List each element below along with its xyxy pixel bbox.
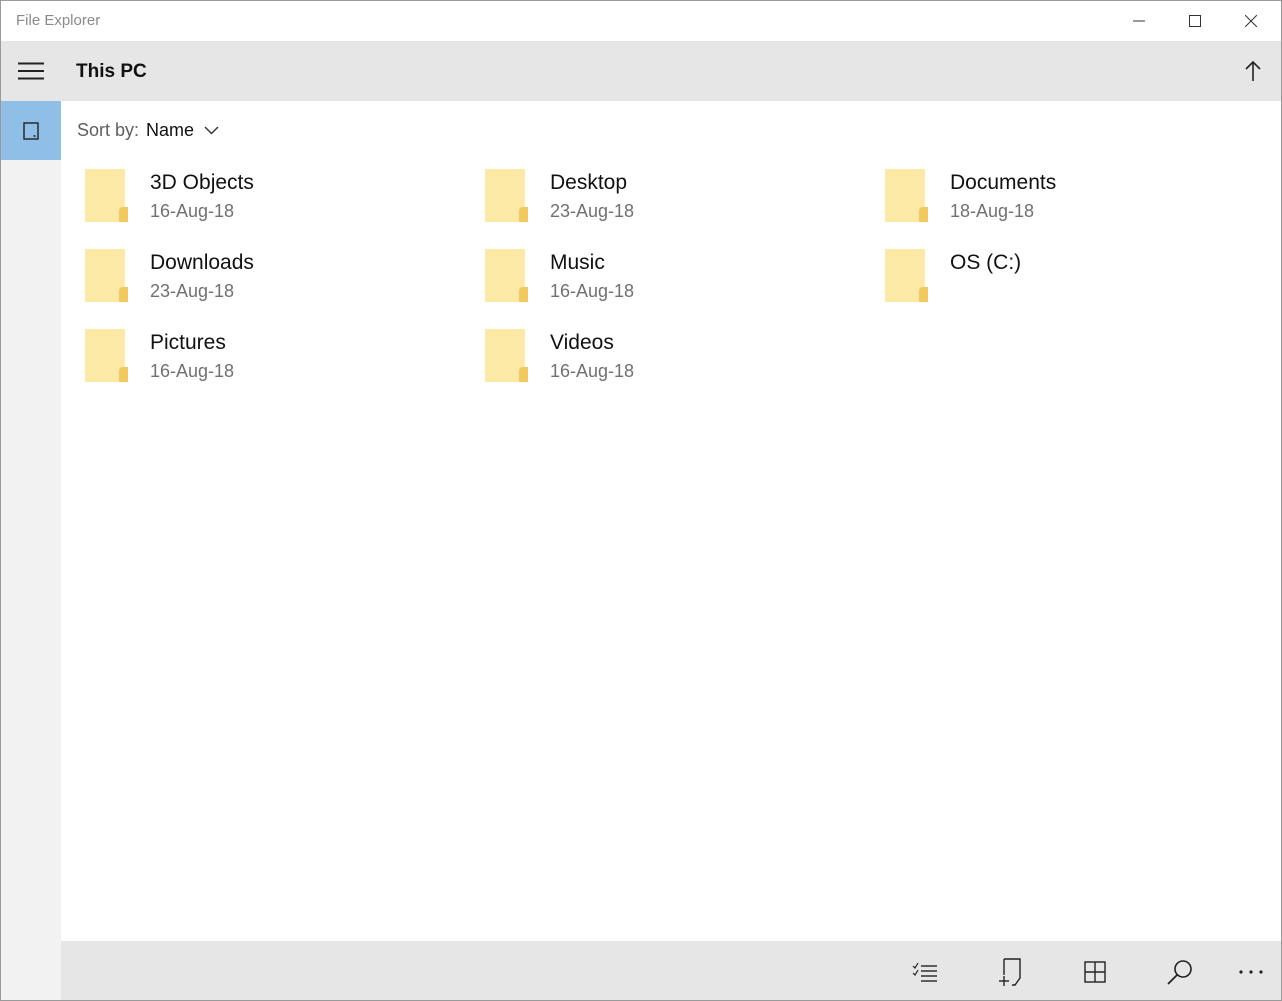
page-title: This PC — [76, 61, 147, 82]
folder-icon — [85, 169, 128, 222]
item-date: 16-Aug-18 — [550, 361, 635, 381]
location-header: This PC — [61, 41, 1281, 101]
folder-icon — [485, 249, 528, 302]
title-bar: File Explorer — [1, 1, 1281, 41]
folder-icon — [885, 169, 928, 222]
list-item[interactable]: Desktop 23-Aug-18 — [461, 161, 841, 225]
search-icon — [1167, 960, 1192, 985]
item-date: 16-Aug-18 — [550, 281, 635, 301]
sort-dropdown[interactable]: Sort by: Name — [77, 118, 219, 142]
window-title: File Explorer — [16, 12, 101, 29]
item-name: Videos — [550, 331, 614, 354]
close-icon — [1245, 15, 1257, 27]
list-item[interactable]: Pictures 16-Aug-18 — [61, 321, 441, 385]
item-name: Pictures — [150, 331, 226, 354]
item-name: Documents — [950, 171, 1057, 194]
more-button[interactable] — [1229, 950, 1273, 994]
hamburger-icon — [18, 62, 44, 80]
grid-view-icon — [1084, 961, 1106, 983]
new-item-icon — [999, 958, 1021, 986]
arrow-up-icon — [1245, 61, 1261, 81]
view-button[interactable] — [1073, 950, 1117, 994]
menu-button[interactable] — [1, 41, 61, 101]
folder-icon — [485, 169, 528, 222]
list-item[interactable]: Videos 16-Aug-18 — [461, 321, 841, 385]
list-item[interactable]: OS (C:) — [861, 241, 1241, 305]
item-name: 3D Objects — [150, 171, 254, 194]
close-button[interactable] — [1223, 1, 1279, 41]
list-item[interactable]: 3D Objects 16-Aug-18 — [61, 161, 441, 225]
select-button[interactable] — [903, 950, 947, 994]
more-icon — [1239, 970, 1263, 974]
folder-icon — [85, 249, 128, 302]
new-button[interactable] — [989, 950, 1033, 994]
minimize-button[interactable] — [1111, 1, 1167, 41]
item-name: OS (C:) — [950, 251, 1022, 274]
sort-label: Sort by: — [77, 119, 140, 140]
rail-item-this-pc[interactable] — [1, 101, 61, 160]
list-item[interactable]: Music 16-Aug-18 — [461, 241, 841, 305]
folder-icon — [85, 329, 128, 382]
device-icon — [23, 121, 39, 140]
item-name: Downloads — [150, 251, 254, 274]
item-date: 23-Aug-18 — [150, 281, 235, 301]
list-item[interactable]: Documents 18-Aug-18 — [861, 161, 1241, 225]
up-button[interactable] — [1231, 51, 1275, 91]
navigation-rail — [1, 41, 61, 1000]
chevron-down-icon — [204, 126, 219, 134]
file-explorer-window: File Explorer This PC Sort by: Name 3D O… — [0, 0, 1282, 1001]
folder-icon — [485, 329, 528, 382]
item-name: Desktop — [550, 171, 628, 194]
drive-icon — [885, 249, 928, 302]
maximize-button[interactable] — [1167, 1, 1223, 41]
sort-value: Name — [146, 119, 195, 140]
maximize-icon — [1189, 15, 1201, 27]
item-name: Music — [550, 251, 605, 274]
list-item[interactable]: Downloads 23-Aug-18 — [61, 241, 441, 305]
item-date: 16-Aug-18 — [150, 361, 235, 381]
minimize-icon — [1133, 20, 1145, 22]
item-date: 18-Aug-18 — [950, 201, 1035, 221]
item-date: 16-Aug-18 — [150, 201, 235, 221]
search-button[interactable] — [1158, 950, 1202, 994]
item-date: 23-Aug-18 — [550, 201, 635, 221]
select-list-icon — [912, 962, 937, 982]
command-bar — [61, 941, 1281, 1000]
